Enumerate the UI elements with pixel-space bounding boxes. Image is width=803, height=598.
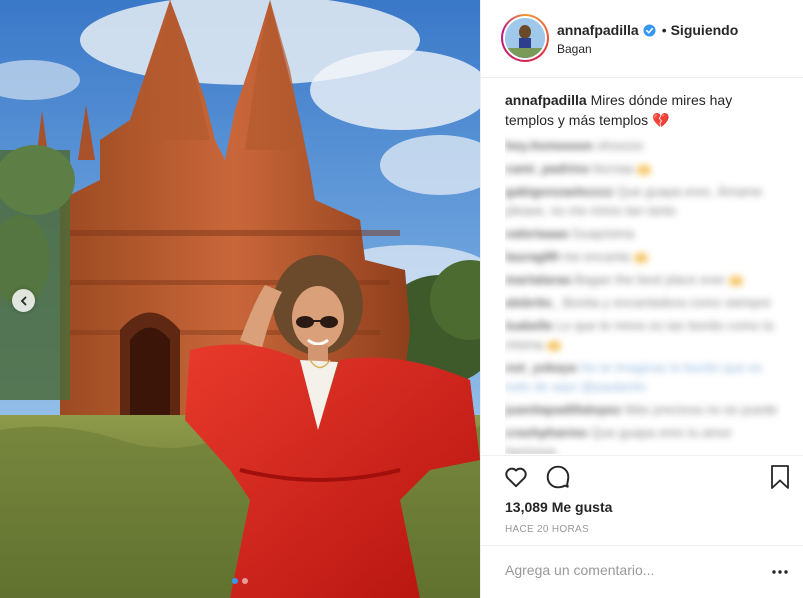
post-header: annafpadilla • Siguiendo Bagan — [481, 0, 803, 78]
carousel-dot-active — [232, 578, 238, 584]
list-item: juanitapadillalopez Más preciosa no se p… — [505, 402, 778, 417]
list-item: martalaraa Bagan the best place ever — [505, 270, 781, 289]
list-item: cami_padrino liscnaa — [505, 159, 781, 178]
list-item: hey.itsmeeeee ohsssss — [505, 138, 644, 153]
post-actions — [503, 464, 571, 490]
add-comment-section — [481, 545, 803, 598]
heart-icon[interactable] — [503, 464, 529, 490]
location-link[interactable]: Bagan — [557, 42, 592, 56]
caption-username[interactable]: annafpadilla — [505, 92, 587, 108]
avatar[interactable] — [501, 14, 549, 62]
post-timestamp[interactable]: Hace 20 horas — [505, 524, 589, 535]
blurred-comments: hey.itsmeeeee ohsssss cami_padrino liscn… — [505, 136, 781, 454]
actions-divider — [481, 455, 803, 456]
list-item: valeriaaaa Guapísima — [505, 226, 635, 241]
chevron-left-icon — [20, 296, 26, 305]
list-item: gabigonzaelezzzz Que guapa eres. Ámame p… — [505, 184, 763, 218]
likes-count[interactable]: 13,089 Me gusta — [505, 499, 612, 515]
list-item: laurag99 me encanta — [505, 247, 781, 266]
post-side-panel: annafpadilla • Siguiendo Bagan annafpadi… — [480, 0, 803, 598]
more-options-icon[interactable] — [771, 563, 789, 581]
list-item: Isabelle Lo que te mires es tan bonito c… — [505, 318, 774, 352]
list-item: alebrito_ Bonita y encantadora como siem… — [505, 295, 771, 310]
carousel-previous-button[interactable] — [12, 289, 35, 312]
bookmark-icon[interactable] — [769, 464, 791, 490]
list-item: crashpharmo Que guapa eres tu amor hermo… — [505, 425, 732, 454]
carousel-dot — [242, 578, 248, 584]
following-button[interactable]: Siguiendo — [671, 22, 739, 38]
post-caption: annafpadilla Mires dónde mires hay templ… — [505, 90, 781, 130]
comment-input[interactable] — [505, 562, 755, 578]
username-link[interactable]: annafpadilla — [557, 22, 639, 38]
carousel-indicator — [232, 578, 248, 584]
list-item: not_yokaya No te imaginas lo bonito que … — [505, 360, 763, 394]
comments-list[interactable]: annafpadilla Mires dónde mires hay templ… — [505, 90, 781, 454]
post-photo[interactable] — [0, 0, 480, 598]
comment-icon[interactable] — [545, 464, 571, 490]
header-separator: • — [661, 22, 667, 38]
verified-badge-icon — [643, 23, 656, 37]
